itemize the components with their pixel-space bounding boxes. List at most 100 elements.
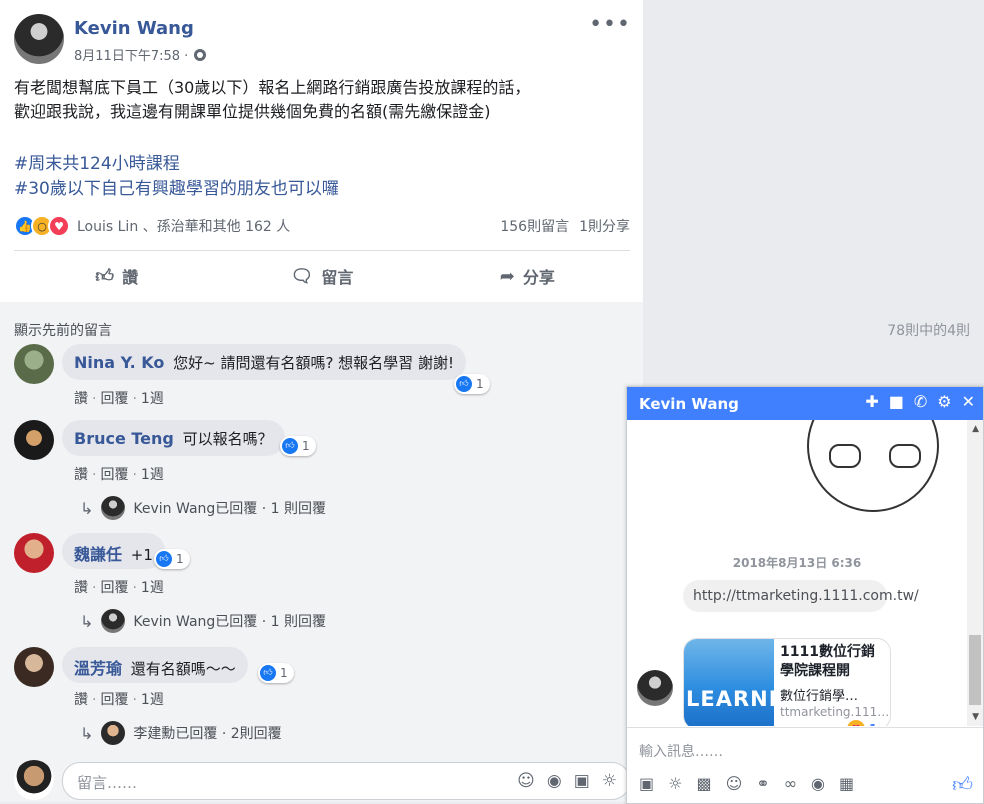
replies-text: Kevin Wang已回覆 · 1 則回覆 xyxy=(133,614,326,630)
comment-like-badge[interactable]: 👍︎ 1 xyxy=(258,663,294,683)
like-button[interactable]: 👍︎ 讚 xyxy=(14,252,219,300)
gif-icon[interactable]: ▣ xyxy=(574,771,590,791)
comment-like-badge[interactable]: 👍︎ 1 xyxy=(454,374,490,394)
message-link[interactable]: http://ttmarketing.1111.com.tw/ xyxy=(683,580,919,612)
share-button[interactable]: ➦ 分享 xyxy=(425,252,630,300)
comment-bubble: Bruce Teng 可以報名嗎？ xyxy=(62,420,285,456)
comment-like-link[interactable]: 讚 xyxy=(74,692,88,708)
add-person-icon[interactable]: ✚ xyxy=(865,392,878,411)
comment-text: 您好~ 請問還有名額嗎? 想報名學習 謝謝! xyxy=(173,354,454,372)
chat-title[interactable]: Kevin Wang xyxy=(639,395,739,413)
more-options-icon[interactable]: ••• xyxy=(589,12,631,37)
chat-header[interactable]: Kevin Wang ✚ ■ ✆ ⚙ ✕ xyxy=(627,387,983,420)
attachment-icon[interactable]: ⚭ xyxy=(756,774,769,793)
share-count[interactable]: 1則分享 xyxy=(579,216,630,236)
sticker-icon[interactable]: ☼ xyxy=(668,774,682,793)
post-text-line: 歡迎跟我說，我這邊有開課單位提供幾個免費的名額(需先繳保證金) xyxy=(14,102,491,121)
card-description: 數位行銷學… xyxy=(780,689,859,704)
link-preview-card[interactable]: LEARNI 1111數位行銷學院課程開 數位行銷學… ttmarketing.… xyxy=(683,638,891,726)
comment-text: +1 xyxy=(130,546,153,564)
replies-text: 李建勳已回覆 · 2則回覆 xyxy=(133,726,282,742)
scroll-thumb[interactable] xyxy=(969,635,981,705)
separator: · xyxy=(132,580,137,596)
gear-icon[interactable]: ⚙ xyxy=(937,392,951,411)
globe-icon xyxy=(194,48,207,61)
post-text: 有老闆想幫底下員工（30歲以下）報名上網路行銷跟廣告投放課程的話， 歡迎跟我說，… xyxy=(14,76,634,124)
comment-like-badge[interactable]: 👍︎ 1 xyxy=(280,436,316,456)
replies-link[interactable]: ↳ 李建勳已回覆 · 2則回覆 xyxy=(80,721,282,745)
comment-like-link[interactable]: 讚 xyxy=(74,580,88,596)
hashtag-link[interactable]: #30歲以下自己有興趣學習的朋友也可以囉 xyxy=(14,177,339,202)
separator: · xyxy=(92,692,97,708)
author-name[interactable]: Kevin Wang xyxy=(74,18,194,39)
like-count: 1 xyxy=(176,552,184,566)
gif-icon[interactable]: ▩ xyxy=(696,774,711,793)
commenter-avatar[interactable] xyxy=(14,647,54,687)
replies-link[interactable]: ↳ Kevin Wang已回覆 · 1 則回覆 xyxy=(80,609,326,633)
emoji-icon[interactable]: ☺ xyxy=(517,771,535,791)
separator: · xyxy=(132,391,137,407)
post-text-line: 有老闆想幫底下員工（30歲以下）報名上網路行銷跟廣告投放課程的話， xyxy=(14,78,531,97)
commenter-name[interactable]: 溫芳瑜 xyxy=(74,659,122,678)
reaction-count: 1 xyxy=(869,722,877,726)
message-reaction[interactable]: ♥ 1 xyxy=(847,720,877,726)
divider xyxy=(14,250,630,251)
comment-time[interactable]: 1週 xyxy=(141,391,164,407)
comment-count[interactable]: 156則留言 xyxy=(500,216,569,236)
comment-like-link[interactable]: 讚 xyxy=(74,391,88,407)
comment-reply-link[interactable]: 回覆 xyxy=(100,467,128,483)
post-timestamp[interactable]: 8月11日下午7:58 · xyxy=(74,45,188,64)
chat-message-input[interactable]: 輸入訊息…… xyxy=(639,741,723,761)
replies-link[interactable]: ↳ Kevin Wang已回覆 · 1 則回覆 xyxy=(80,496,326,520)
view-previous-comments-link[interactable]: 顯示先前的留言 xyxy=(14,320,112,340)
love-reaction-icon: ♥ xyxy=(48,215,70,237)
comment-like-link[interactable]: 讚 xyxy=(74,467,88,483)
link-icon[interactable]: ∞ xyxy=(784,774,797,793)
hashtags: #周末共124小時課程 #30歲以下自己有興趣學習的朋友也可以囉 xyxy=(14,152,339,202)
commenter-name[interactable]: 魏謙任 xyxy=(74,545,122,564)
reactions-summary: 👍 ○ ♥ Louis Lin 、孫治華和其他 162 人 156則留言 1則分… xyxy=(14,214,630,238)
like-label: 讚 xyxy=(122,268,139,287)
close-icon[interactable]: ✕ xyxy=(962,392,975,411)
commenter-name[interactable]: Bruce Teng xyxy=(74,429,174,448)
chat-input-area: 輸入訊息…… ▣ ☼ ▩ ☺ ⚭ ∞ ◉ ▦ 👍︎ xyxy=(627,727,983,804)
send-like-icon[interactable]: 👍︎ xyxy=(952,772,973,797)
commenter-name[interactable]: Nina Y. Ko xyxy=(74,353,164,372)
comment-label: 留言 xyxy=(321,268,354,287)
comment-reply-link[interactable]: 回覆 xyxy=(100,692,128,708)
emoji-icon[interactable]: ☺ xyxy=(726,774,743,793)
sticker-icon[interactable]: ☼ xyxy=(602,771,617,791)
comment-input[interactable]: 留言…… ☺ ◉ ▣ ☼ xyxy=(62,762,630,800)
reaction-names[interactable]: Louis Lin 、孫治華和其他 162 人 xyxy=(77,216,290,236)
separator: · xyxy=(132,692,137,708)
grid-icon[interactable]: ▦ xyxy=(839,774,854,793)
sender-avatar xyxy=(637,670,673,706)
comment-reply-link[interactable]: 回覆 xyxy=(100,391,128,407)
commenter-avatar[interactable] xyxy=(14,533,54,573)
video-call-icon[interactable]: ■ xyxy=(889,392,904,411)
chat-window: Kevin Wang ✚ ■ ✆ ⚙ ✕ 2018年8月13日 6:36 htt… xyxy=(626,386,984,804)
camera-icon[interactable]: ◉ xyxy=(811,774,825,793)
phone-icon[interactable]: ✆ xyxy=(914,392,927,411)
camera-icon[interactable]: ◉ xyxy=(547,771,562,791)
scroll-up-icon[interactable]: ▲ xyxy=(972,424,979,434)
scroll-down-icon[interactable]: ▼ xyxy=(972,712,979,722)
commenter-avatar[interactable] xyxy=(14,344,54,384)
photo-icon[interactable]: ▣ xyxy=(639,774,654,793)
hashtag-link[interactable]: #周末共124小時課程 xyxy=(14,152,339,177)
card-title: 1111數位行銷學院課程開 xyxy=(780,644,875,679)
like-count: 1 xyxy=(302,439,310,453)
thumbs-up-icon: 👍︎ xyxy=(282,438,298,454)
reply-arrow-icon: ↳ xyxy=(80,611,94,631)
comment-reply-link[interactable]: 回覆 xyxy=(100,580,128,596)
comment-like-badge[interactable]: 👍︎ 1 xyxy=(154,549,190,569)
comment-button[interactable]: 🗨︎ 留言 xyxy=(219,252,424,300)
comment-time[interactable]: 1週 xyxy=(141,467,164,483)
sticker-image xyxy=(807,420,939,512)
commenter-avatar[interactable] xyxy=(14,420,54,460)
author-avatar[interactable] xyxy=(14,14,64,64)
comment-time[interactable]: 1週 xyxy=(141,580,164,596)
comment-text: 還有名額嗎～～ xyxy=(130,660,236,678)
chat-scrollbar[interactable]: ▲ ▼ xyxy=(967,420,983,726)
comment-time[interactable]: 1週 xyxy=(141,692,164,708)
